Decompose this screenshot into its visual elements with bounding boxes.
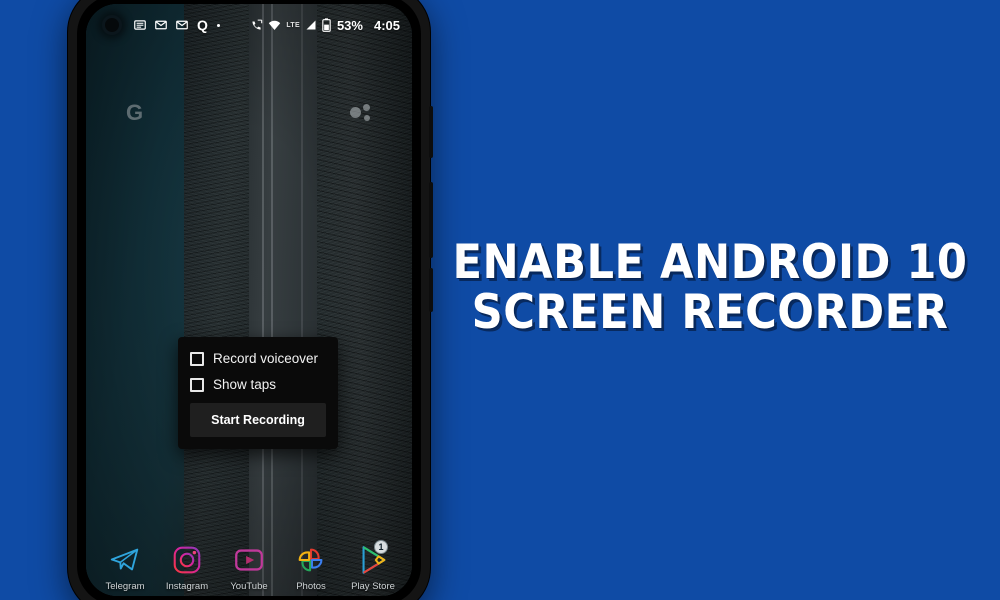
headline-line-2: SCREEN RECORDER [471,284,949,340]
show-taps-checkbox[interactable] [190,377,204,392]
option-record-voiceover[interactable]: Record voiceover [190,351,326,366]
instagram-icon [170,543,204,577]
front-camera-punch-hole [102,15,122,35]
dot-icon [216,23,220,27]
news-icon [134,19,146,31]
youtube-icon [232,543,266,577]
dock-item-instagram[interactable]: Instagram [159,543,215,592]
google-photos-icon [294,543,328,577]
headline-line-1: ENABLE ANDROID 10 [452,235,968,290]
phone-screen: Q LTE 53% 4:05 G Record voiceover Show t… [86,4,412,596]
dock-label-photos: Photos [296,581,326,592]
page-title: ENABLE ANDROID 10 SCREEN RECORDER [452,238,967,338]
google-logo-icon: G [126,100,144,125]
gmail-icon [155,19,167,31]
screenshot-canvas: ENABLE ANDROID 10 SCREEN RECORDER Q LTE … [0,0,1000,600]
phone-mockup: Q LTE 53% 4:05 G Record voiceover Show t… [68,0,433,600]
show-taps-label: Show taps [213,377,277,392]
status-bar-clock: 4:05 [373,17,400,33]
gmail-icon [176,19,188,31]
notification-icons: Q [134,18,220,32]
record-voiceover-checkbox[interactable] [190,351,204,366]
app-dock: Telegram Instagram YouTube Photos 1 Play… [86,540,412,592]
power-button[interactable] [429,106,433,158]
google-assistant-icon[interactable] [350,104,372,122]
start-recording-button[interactable]: Start Recording [190,403,326,437]
volume-up-button[interactable] [429,182,433,258]
play-store-icon: 1 [356,540,390,577]
play-store-badge: 1 [374,540,388,554]
dock-label-instagram: Instagram [165,581,209,592]
volume-down-button[interactable] [429,268,433,312]
status-bar: Q LTE 53% 4:05 [86,4,412,46]
record-voiceover-label: Record voiceover [213,351,319,366]
system-status-icons: LTE 53% 4:05 [250,18,400,33]
dock-item-photos[interactable]: Photos [283,543,339,592]
telegram-icon [108,543,142,577]
dock-item-telegram[interactable]: Telegram [97,543,153,592]
dock-label-play-store: Play Store [351,581,395,592]
dock-item-youtube[interactable]: YouTube [221,543,277,592]
dock-label-youtube: YouTube [230,581,268,592]
signal-icon [305,19,317,31]
lte-icon: LTE [286,21,300,29]
dock-item-play-store[interactable]: 1 Play Store [345,540,401,592]
battery-icon [322,18,331,32]
missed-call-icon [250,19,263,32]
option-show-taps[interactable]: Show taps [190,377,326,392]
screen-recorder-dialog: Record voiceover Show taps Start Recordi… [178,337,338,449]
dock-label-telegram: Telegram [105,581,145,592]
wifi-icon [268,19,281,32]
battery-percentage: 53% [336,17,363,33]
google-search-widget[interactable]: G [110,90,388,136]
quora-icon: Q [197,17,208,33]
